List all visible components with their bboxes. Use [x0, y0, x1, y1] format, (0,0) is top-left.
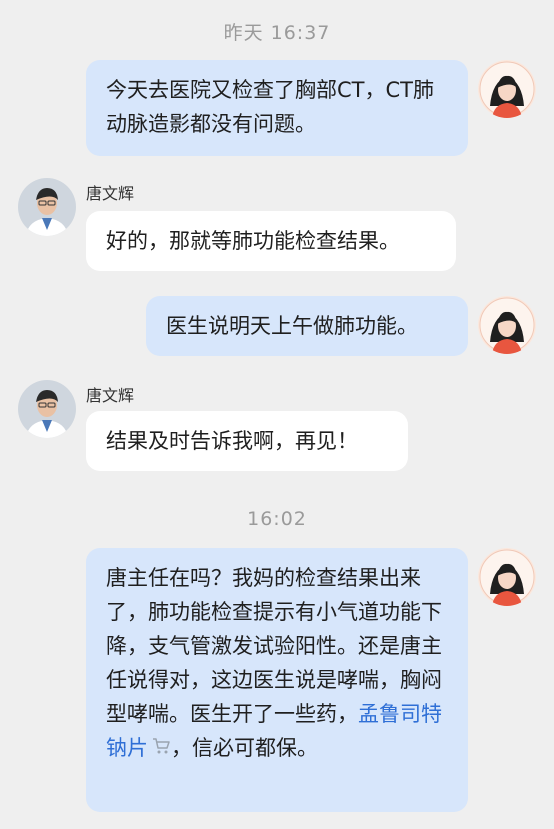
- message-text-after: ，信必可都保。: [171, 736, 318, 760]
- user-avatar[interactable]: [478, 296, 536, 354]
- my-message-bubble[interactable]: 医生说明天上午做肺功能。: [146, 296, 468, 356]
- user-avatar[interactable]: [478, 548, 536, 606]
- female-avatar-icon: [478, 296, 536, 354]
- my-message-bubble[interactable]: 唐主任在吗？我妈的检查结果出来了，肺功能检查提示有小气道功能下降，支气管激发试验…: [86, 548, 468, 812]
- doctor-name: 唐文辉: [86, 386, 135, 405]
- doctor-message-bubble[interactable]: 结果及时告诉我啊，再见！: [86, 411, 408, 471]
- doctor-avatar-icon: [18, 178, 76, 236]
- female-avatar-icon: [478, 548, 536, 606]
- female-avatar-icon: [478, 60, 536, 118]
- timestamp-yesterday: 昨天 16:37: [223, 22, 331, 44]
- doctor-avatar-icon: [18, 380, 76, 438]
- doctor-avatar[interactable]: [18, 178, 76, 236]
- doctor-avatar[interactable]: [18, 380, 76, 438]
- user-avatar[interactable]: [478, 60, 536, 118]
- my-message-bubble[interactable]: 今天去医院又检查了胸部CT，CT肺动脉造影都没有问题。: [86, 60, 468, 156]
- shopping-cart-icon[interactable]: [151, 732, 171, 766]
- doctor-message-bubble[interactable]: 好的，那就等肺功能检查结果。: [86, 211, 456, 271]
- timestamp-time: 16:02: [247, 508, 307, 530]
- doctor-name: 唐文辉: [86, 184, 135, 203]
